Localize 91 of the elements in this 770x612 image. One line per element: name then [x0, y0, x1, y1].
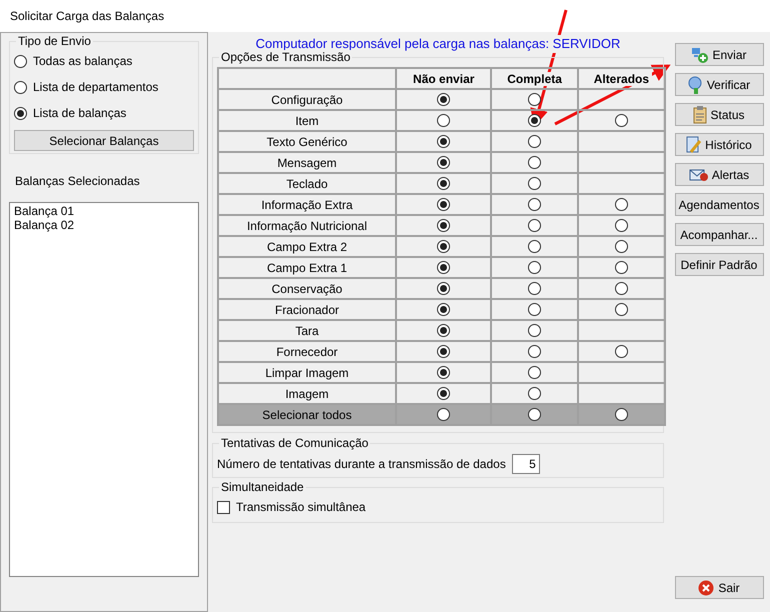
radio-button[interactable]	[528, 366, 542, 379]
action-button[interactable]: Histórico	[674, 133, 764, 156]
radio-button[interactable]	[614, 198, 628, 211]
radio-button[interactable]	[528, 135, 542, 148]
radio-label: Todas as balanças	[33, 53, 132, 70]
group-title: Simultaneidade	[219, 480, 306, 494]
row-label: Campo Extra 2	[266, 240, 348, 254]
radio-button[interactable]	[528, 387, 542, 400]
row-label: Informação Extra	[261, 198, 353, 212]
window-title: Solicitar Carga das Balanças	[10, 8, 164, 25]
radio-button[interactable]	[437, 240, 450, 253]
radio-button[interactable]	[614, 219, 628, 232]
attempts-field[interactable]: 5	[512, 454, 540, 474]
envelope-icon	[688, 168, 709, 182]
row-label: Tara	[295, 324, 319, 338]
action-button[interactable]: Alertas	[674, 163, 764, 186]
radio-button[interactable]	[437, 345, 450, 358]
row-label: Informação Nutricional	[246, 218, 368, 232]
radio-button[interactable]	[437, 93, 450, 106]
radio-button[interactable]	[437, 156, 450, 169]
radio-button[interactable]	[614, 240, 628, 253]
group-title: Opções de Transmissão	[219, 50, 352, 64]
list-label: Balanças Selecionadas	[15, 173, 141, 190]
row-label: Fornecedor	[276, 344, 338, 358]
checkbox[interactable]	[217, 500, 230, 514]
row-label: Conservação	[272, 282, 342, 296]
radio-button[interactable]	[437, 366, 450, 379]
radio-button[interactable]	[528, 198, 542, 211]
computer-plus-icon	[691, 46, 710, 62]
radio-button[interactable]	[528, 177, 542, 190]
magnifier-icon	[688, 76, 704, 94]
radio-button[interactable]	[528, 240, 542, 253]
radio-button[interactable]	[437, 324, 450, 337]
radio-label: Lista de departamentos	[33, 79, 158, 96]
group-title: Tentativas de Comunicação	[219, 436, 370, 450]
radio-button[interactable]	[528, 261, 542, 274]
row-label: Teclado	[286, 176, 328, 190]
radio-button[interactable]	[437, 387, 450, 400]
row-label: Item	[295, 114, 319, 128]
clipboard-icon	[693, 106, 708, 124]
radio-button[interactable]	[437, 408, 450, 421]
exit-button[interactable]: Sair	[674, 576, 764, 599]
radio-button[interactable]	[614, 408, 628, 421]
action-button[interactable]: Definir Padrão	[674, 253, 764, 276]
row-label: Campo Extra 1	[266, 260, 348, 274]
radio-button[interactable]	[528, 156, 542, 169]
radio-button[interactable]	[614, 261, 628, 274]
action-button[interactable]: Agendamentos	[674, 193, 764, 216]
radio-button[interactable]	[528, 345, 542, 358]
action-button[interactable]: Status	[674, 103, 764, 126]
radio-button[interactable]	[528, 114, 542, 127]
radio-button[interactable]	[528, 408, 542, 421]
action-button[interactable]: Enviar	[674, 43, 764, 66]
radio-button[interactable]	[437, 282, 450, 295]
radio-button[interactable]	[437, 303, 450, 316]
radio-button[interactable]	[614, 303, 628, 316]
radio-button[interactable]	[528, 282, 542, 295]
radio-label: Lista de balanças	[33, 105, 126, 122]
radio-button[interactable]	[614, 282, 628, 295]
row-label: Mensagem	[277, 156, 337, 170]
close-icon	[698, 580, 714, 596]
action-button[interactable]: Verificar	[674, 73, 764, 96]
radio-button[interactable]	[614, 345, 628, 358]
radio-button[interactable]	[14, 54, 27, 68]
row-label: Configuração	[271, 92, 343, 106]
radio-button[interactable]	[14, 80, 27, 94]
radio-button[interactable]	[437, 219, 450, 232]
radio-button[interactable]	[528, 303, 542, 316]
row-label: Fracionador	[274, 302, 340, 316]
checkbox-label: Transmissão simultânea	[236, 499, 366, 516]
document-pencil-icon	[686, 136, 702, 154]
radio-button[interactable]	[528, 324, 542, 337]
radio-button[interactable]	[437, 198, 450, 211]
row-label: Limpar Imagem	[265, 366, 349, 380]
radio-button[interactable]	[528, 219, 542, 232]
attempts-label: Número de tentativas durante a transmissão de dados	[217, 456, 506, 473]
row-label: Selecionar todos	[262, 408, 352, 422]
row-label: Texto Genérico	[266, 134, 348, 148]
row-label: Imagem	[285, 386, 329, 400]
list-item[interactable]: Balança 02	[14, 218, 194, 232]
group-title: Tipo de Envio	[16, 34, 93, 48]
radio-button[interactable]	[437, 261, 450, 274]
radio-button[interactable]	[437, 177, 450, 190]
select-scales-button[interactable]: Selecionar Balanças	[14, 130, 194, 151]
radio-button[interactable]	[614, 114, 628, 127]
action-button[interactable]: Acompanhar...	[674, 223, 764, 246]
radio-button[interactable]	[437, 114, 450, 127]
radio-button[interactable]	[437, 135, 450, 148]
radio-button[interactable]	[14, 106, 27, 120]
radio-button[interactable]	[528, 93, 542, 106]
list-item[interactable]: Balança 01	[14, 204, 194, 218]
